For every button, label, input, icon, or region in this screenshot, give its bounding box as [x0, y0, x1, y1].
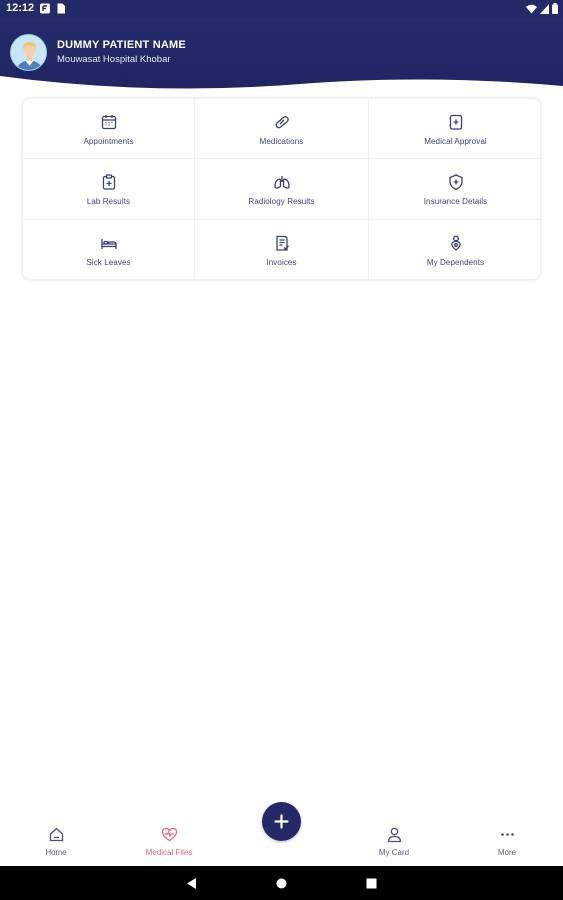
- home-icon: [49, 827, 63, 842]
- notification-app-icon: [40, 3, 50, 14]
- menu-item-invoices[interactable]: Invoices: [195, 220, 369, 281]
- menu-item-lab-results[interactable]: Lab Results: [23, 159, 195, 220]
- nav-home-label: Home: [45, 848, 67, 857]
- menu-label: Appointments: [83, 137, 134, 146]
- nav-medical-files-label: Medical Files: [145, 848, 193, 857]
- nav-my-card[interactable]: My Card: [354, 826, 434, 857]
- bottom-navigation: Home Medical Files My Card More: [0, 796, 563, 866]
- heart-pulse-icon: [161, 827, 177, 842]
- menu-label: Radiology Results: [248, 197, 315, 206]
- menu-item-medications[interactable]: Medications: [195, 99, 369, 159]
- profile-header: DUMMY PATIENT NAME Mouwasat Hospital Kho…: [0, 18, 563, 90]
- menu-item-insurance-details[interactable]: Insurance Details: [369, 159, 542, 220]
- shield-plus-icon: [448, 174, 463, 191]
- battery-icon: [552, 3, 558, 14]
- menu-item-medical-approval[interactable]: Medical Approval: [369, 99, 542, 159]
- menu-label: Sick Leaves: [86, 258, 131, 267]
- status-system-icons: [526, 3, 558, 14]
- system-navigation-bar: [0, 866, 563, 900]
- menu-item-radiology-results[interactable]: Radiology Results: [195, 159, 369, 220]
- menu-item-sick-leaves[interactable]: Sick Leaves: [23, 220, 195, 281]
- medical-files-menu: Appointments Medications Medical Approva…: [22, 98, 542, 281]
- more-dots-icon: [500, 833, 514, 836]
- nav-medical-files[interactable]: Medical Files: [129, 826, 209, 857]
- menu-label: Medical Approval: [424, 137, 487, 146]
- back-icon[interactable]: [185, 877, 198, 890]
- lab-results-icon: [102, 174, 115, 190]
- nav-home[interactable]: Home: [16, 826, 96, 857]
- recents-icon[interactable]: [365, 877, 378, 890]
- nav-more-label: More: [497, 848, 517, 857]
- menu-item-appointments[interactable]: Appointments: [23, 99, 195, 159]
- status-notification-icons: [40, 3, 66, 14]
- hospital-name: Mouwasat Hospital Khobar: [57, 54, 171, 65]
- avatar[interactable]: [10, 34, 47, 71]
- medical-approval-icon: [449, 114, 462, 130]
- wifi-icon: [526, 4, 537, 13]
- menu-label: Invoices: [266, 258, 297, 267]
- lungs-icon: [273, 176, 290, 189]
- invoice-icon: [275, 235, 289, 251]
- menu-item-my-dependents[interactable]: My Dependents: [369, 220, 542, 281]
- menu-label: My Dependents: [426, 258, 485, 267]
- status-time: 12:12: [6, 2, 35, 14]
- add-button[interactable]: [262, 802, 301, 841]
- plus-icon: [274, 814, 289, 829]
- menu-label: Lab Results: [86, 197, 131, 206]
- nav-more[interactable]: More: [467, 826, 547, 857]
- calendar-icon: [101, 115, 116, 130]
- menu-label: Insurance Details: [423, 197, 488, 206]
- home-circle-icon[interactable]: [275, 877, 288, 890]
- patient-name: DUMMY PATIENT NAME: [57, 39, 186, 51]
- bed-icon: [100, 239, 117, 249]
- user-icon: [387, 827, 401, 843]
- signal-icon: [540, 3, 549, 14]
- status-bar: 12:12: [0, 0, 563, 18]
- pill-icon: [275, 116, 289, 129]
- sim-card-icon: [57, 3, 65, 14]
- nav-my-card-label: My Card: [378, 848, 410, 857]
- person-pin-icon: [450, 235, 461, 251]
- menu-label: Medications: [259, 137, 304, 146]
